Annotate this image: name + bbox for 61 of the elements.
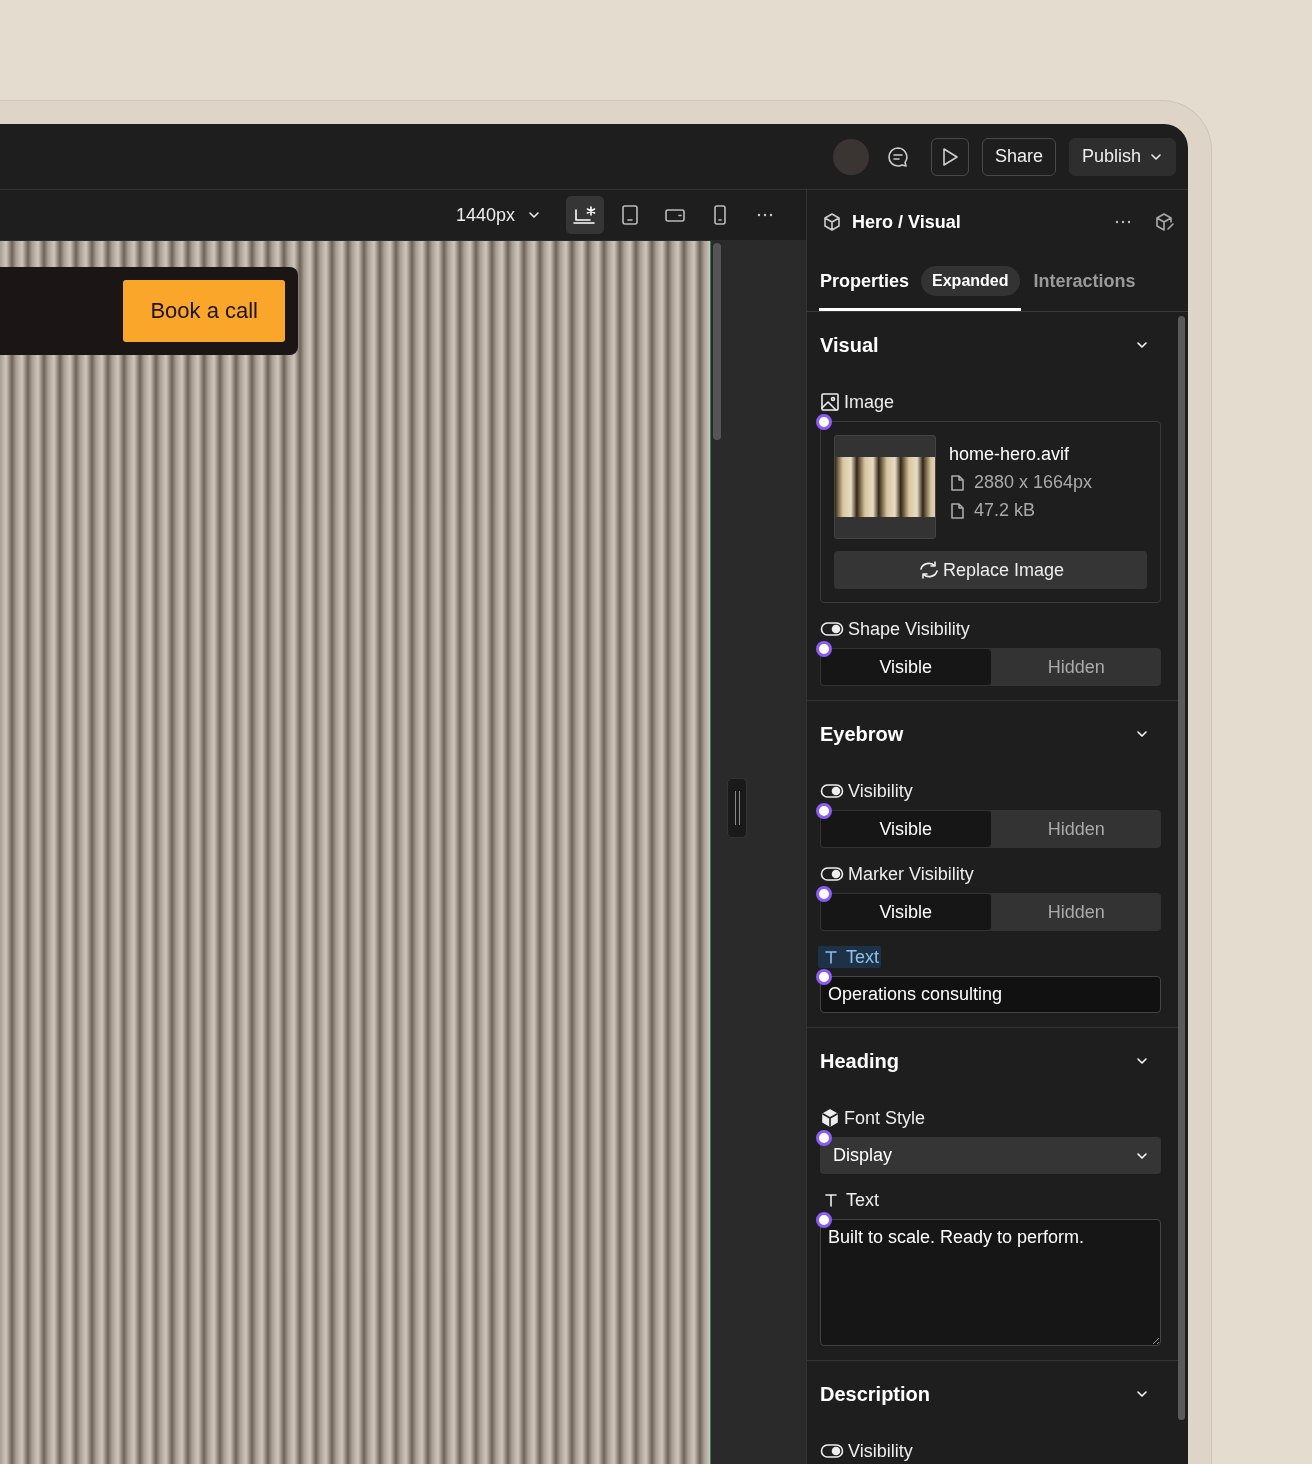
publish-button[interactable]: Publish [1068,137,1176,176]
binding-dot[interactable] [816,1130,832,1146]
field-label: Font Style [844,1107,926,1129]
binding-dot[interactable] [816,1212,832,1228]
segment-option[interactable]: Visible [820,893,992,931]
scrollbar-thumb[interactable] [1178,316,1185,1420]
text-input[interactable]: Operations consulting [820,976,1161,1013]
cube-icon [822,212,842,232]
file-icon [949,473,965,492]
replace-image-button[interactable]: Replace Image [834,551,1147,589]
field-label: Visibility [848,780,913,802]
toggle-icon [820,1443,844,1459]
play-button[interactable] [930,137,969,176]
panel-tab[interactable]: Properties Expanded [819,254,1021,311]
binding-dot[interactable] [816,803,832,819]
segment-option[interactable]: Hidden [991,648,1161,686]
field-label: Marker Visibility [848,863,974,885]
share-button[interactable]: Share [981,137,1056,176]
play-icon [940,146,959,167]
field-label: Text [846,946,879,968]
desktop-icon [572,204,598,226]
field-label: Image [844,391,895,413]
segment-option[interactable]: Visible [820,648,992,686]
cube-icon [820,1108,840,1128]
segment-option[interactable]: Visible [820,810,992,848]
binding-dot[interactable] [816,886,832,902]
desktop-view-button[interactable] [566,196,604,234]
section-header[interactable]: Eyebrow [820,701,1161,767]
section-header[interactable]: Visual [820,312,1161,378]
text-area[interactable]: Built to scale. Ready to perform. [820,1219,1161,1346]
tablet-landscape-icon [664,206,686,224]
field-label: Visibility [848,1440,913,1462]
file-name: home-hero.avif [949,444,1071,465]
binding-dot[interactable] [816,414,832,430]
viewport-dropdown[interactable]: 1440px [455,204,541,226]
binding-dot[interactable] [816,641,832,657]
segment-option[interactable]: Hidden [991,810,1161,848]
binding-dot[interactable] [816,969,832,985]
scrollbar-thumb[interactable] [713,243,721,440]
section-header[interactable]: Heading [820,1028,1161,1094]
font-style-dropdown[interactable]: Display [820,1137,1161,1174]
file-icon [949,501,965,520]
book-call-button[interactable]: Book a call [123,280,285,342]
field-label: Shape Visibility [848,618,970,640]
mode-badge: Expanded [921,266,1020,296]
resize-handle[interactable] [727,778,747,838]
section-header[interactable]: Description [820,1361,1161,1427]
panel-tab[interactable]: Interactions [1032,254,1137,311]
comment-icon[interactable] [885,144,910,169]
toggle-icon [820,866,844,882]
toggle-icon [820,783,844,799]
image-icon [820,392,840,412]
tablet-icon [621,204,639,226]
field-label: Text [846,1189,879,1211]
segment-option[interactable]: Hidden [991,893,1161,931]
component-title: Hero / Visual [852,211,962,233]
file-meta: 2880 x 1664px [974,472,1093,493]
toggle-icon [820,621,844,637]
phone-icon [712,204,728,226]
cube-edit-icon[interactable] [1154,212,1176,232]
file-meta: 47.2 kB [974,500,1036,521]
